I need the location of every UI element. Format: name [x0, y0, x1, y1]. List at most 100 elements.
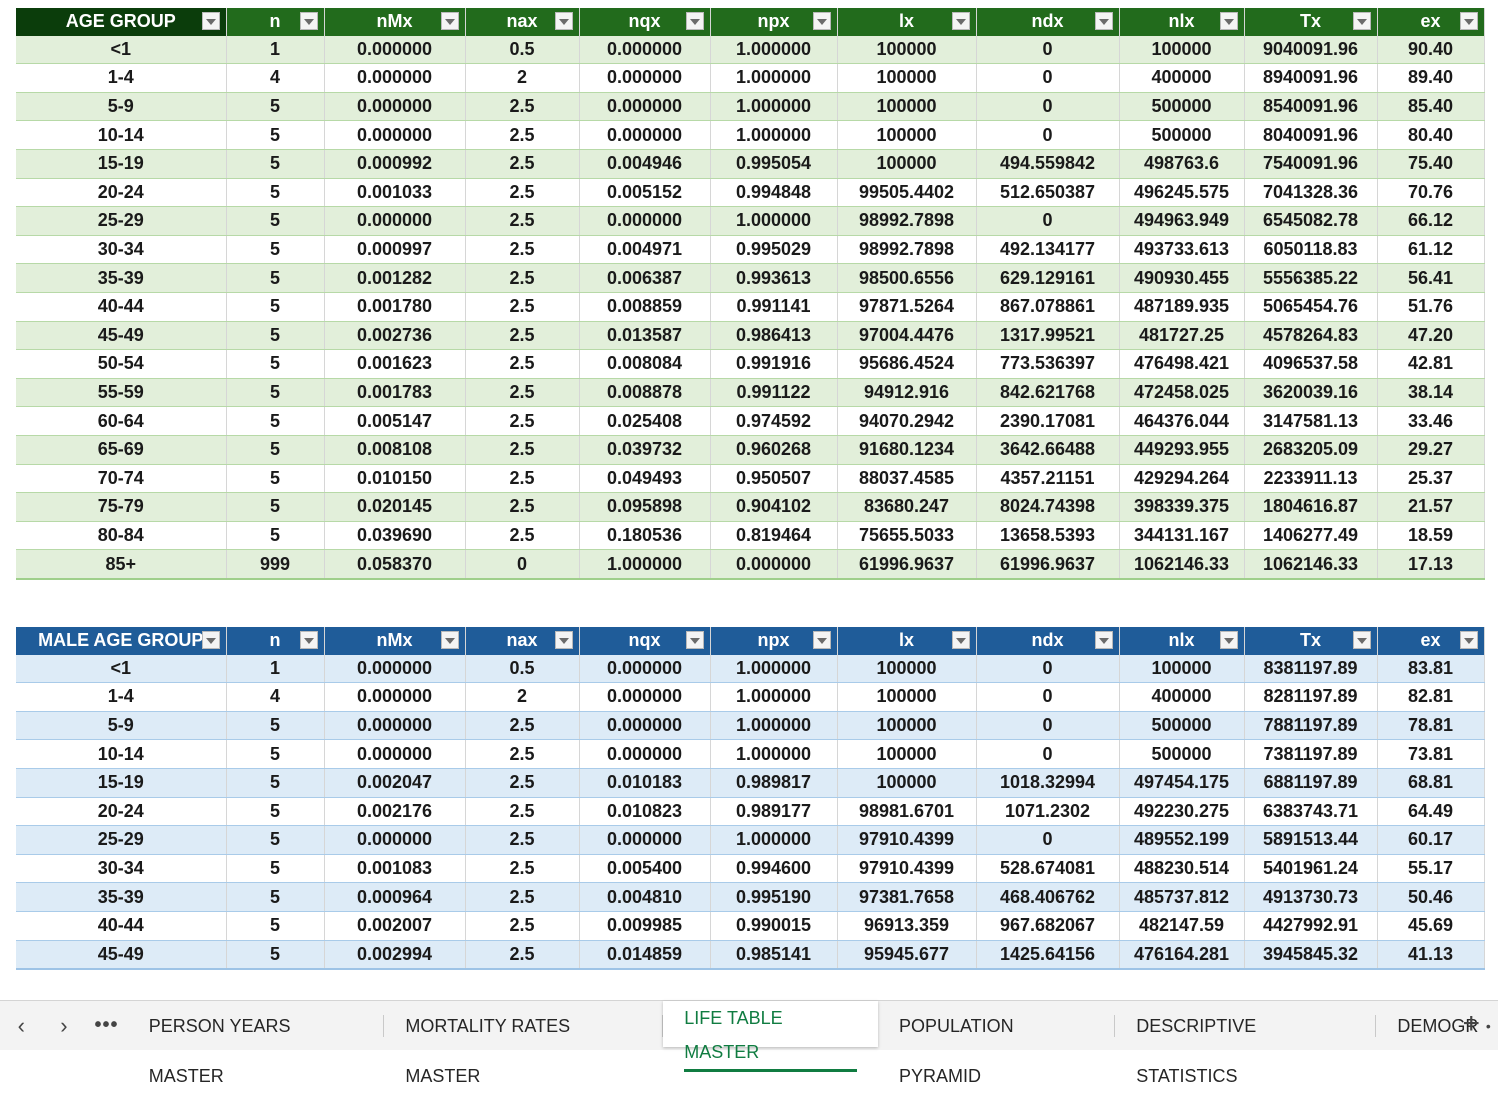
table-cell[interactable]: 5: [226, 149, 325, 179]
table-cell[interactable]: 5-9: [16, 711, 227, 741]
prev-sheet-icon[interactable]: ‹: [0, 1013, 43, 1039]
table-cell[interactable]: 0.960268: [710, 435, 838, 465]
table-cell[interactable]: 429294.264: [1119, 464, 1245, 494]
table-cell[interactable]: 468.406762: [976, 882, 1120, 912]
table-cell[interactable]: 94912.916: [837, 378, 977, 408]
table-cell[interactable]: 0.995190: [710, 882, 838, 912]
table-cell[interactable]: 0.000000: [324, 63, 466, 93]
table-cell[interactable]: 100000: [837, 120, 977, 150]
table-cell[interactable]: 5: [226, 120, 325, 150]
table-cell[interactable]: 512.650387: [976, 178, 1120, 208]
column-header[interactable]: nlx: [1119, 627, 1245, 655]
table-cell[interactable]: 80-84: [16, 521, 227, 551]
filter-dropdown-icon[interactable]: [201, 631, 220, 649]
table-cell[interactable]: 0.180536: [579, 521, 711, 551]
table-cell[interactable]: 0.001780: [324, 292, 466, 322]
table-cell[interactable]: 5: [226, 435, 325, 465]
column-header[interactable]: nqx: [579, 8, 711, 36]
table-cell[interactable]: 60.17: [1377, 825, 1485, 855]
table-cell[interactable]: 96913.359: [837, 911, 977, 941]
table-cell[interactable]: 0: [976, 206, 1120, 236]
table-cell[interactable]: 2.5: [465, 521, 580, 551]
table-cell[interactable]: 5: [226, 235, 325, 265]
table-cell[interactable]: 1.000000: [710, 35, 838, 65]
filter-dropdown-icon[interactable]: [299, 12, 318, 30]
filter-dropdown-icon[interactable]: [554, 631, 573, 649]
table-cell[interactable]: 75655.5033: [837, 521, 977, 551]
table-cell[interactable]: 0.010183: [579, 768, 711, 798]
table-cell[interactable]: 10-14: [16, 120, 227, 150]
table-cell[interactable]: 489552.199: [1119, 825, 1245, 855]
table-cell[interactable]: 0.989817: [710, 768, 838, 798]
table-cell[interactable]: 95686.4524: [837, 349, 977, 379]
table-cell[interactable]: 5401961.24: [1244, 854, 1378, 884]
table-cell[interactable]: 56.41: [1377, 263, 1485, 293]
table-cell[interactable]: 0.020145: [324, 492, 466, 522]
table-cell[interactable]: 2.5: [465, 235, 580, 265]
table-cell[interactable]: 5: [226, 854, 325, 884]
table-cell[interactable]: 0.000000: [579, 120, 711, 150]
filter-dropdown-icon[interactable]: [951, 12, 970, 30]
table-cell[interactable]: 40-44: [16, 911, 227, 941]
table-cell[interactable]: 8040091.96: [1244, 120, 1378, 150]
table-cell[interactable]: 500000: [1119, 92, 1245, 122]
filter-dropdown-icon[interactable]: [1219, 631, 1238, 649]
table-cell[interactable]: 5: [226, 321, 325, 351]
table-cell[interactable]: 485737.812: [1119, 882, 1245, 912]
tab-person-years-master[interactable]: PERSON YEARS MASTER: [128, 1001, 385, 1086]
column-header[interactable]: npx: [710, 627, 838, 655]
table-cell[interactable]: 773.536397: [976, 349, 1120, 379]
tab-mortality-rates-master[interactable]: MORTALITY RATES MASTER: [384, 1001, 664, 1086]
filter-dropdown-icon[interactable]: [554, 12, 573, 30]
table-cell[interactable]: 82.81: [1377, 682, 1485, 712]
tab-population-pyramid[interactable]: POPULATION PYRAMID: [878, 1001, 1116, 1086]
column-header[interactable]: npx: [710, 8, 838, 36]
table-cell[interactable]: 100000: [837, 35, 977, 65]
column-header[interactable]: nMx: [324, 8, 466, 36]
table-cell[interactable]: 1071.2302: [976, 797, 1120, 827]
table-cell[interactable]: 41.13: [1377, 940, 1485, 970]
table-cell[interactable]: 4: [226, 682, 325, 712]
table-cell[interactable]: 493733.613: [1119, 235, 1245, 265]
table-cell[interactable]: 0.000964: [324, 882, 466, 912]
table-cell[interactable]: 88037.4585: [837, 464, 977, 494]
table-cell[interactable]: 629.129161: [976, 263, 1120, 293]
filter-dropdown-icon[interactable]: [440, 631, 459, 649]
table-cell[interactable]: 5: [226, 768, 325, 798]
table-cell[interactable]: 1.000000: [710, 682, 838, 712]
table-cell[interactable]: 55-59: [16, 378, 227, 408]
table-cell[interactable]: 100000: [1119, 35, 1245, 65]
table-cell[interactable]: 0.000000: [579, 739, 711, 769]
table-cell[interactable]: 4357.21151: [976, 464, 1120, 494]
table-cell[interactable]: 0.014859: [579, 940, 711, 970]
table-cell[interactable]: 492.134177: [976, 235, 1120, 265]
table-cell[interactable]: 2.5: [465, 464, 580, 494]
table-cell[interactable]: 5: [226, 492, 325, 522]
table-cell[interactable]: 0.001282: [324, 263, 466, 293]
table-cell[interactable]: 97004.4476: [837, 321, 977, 351]
table-cell[interactable]: 5: [226, 797, 325, 827]
table-cell[interactable]: 35-39: [16, 882, 227, 912]
table-cell[interactable]: 20-24: [16, 797, 227, 827]
column-header[interactable]: nax: [465, 8, 580, 36]
table-cell[interactable]: 97381.7658: [837, 882, 977, 912]
table-cell[interactable]: 500000: [1119, 711, 1245, 741]
table-cell[interactable]: 472458.025: [1119, 378, 1245, 408]
table-cell[interactable]: 1.000000: [710, 92, 838, 122]
table-cell[interactable]: 5: [226, 711, 325, 741]
table-cell[interactable]: 83.81: [1377, 654, 1485, 684]
table-cell[interactable]: 492230.275: [1119, 797, 1245, 827]
table-cell[interactable]: 0.989177: [710, 797, 838, 827]
table-cell[interactable]: 0.008108: [324, 435, 466, 465]
table-cell[interactable]: 2.5: [465, 825, 580, 855]
filter-dropdown-icon[interactable]: [1352, 631, 1371, 649]
table-cell[interactable]: 20-24: [16, 178, 227, 208]
table-cell[interactable]: 1.000000: [710, 654, 838, 684]
table-cell[interactable]: 867.078861: [976, 292, 1120, 322]
table-cell[interactable]: 0.004810: [579, 882, 711, 912]
table-cell[interactable]: 528.674081: [976, 854, 1120, 884]
table-cell[interactable]: 2.5: [465, 149, 580, 179]
table-cell[interactable]: 0.000000: [579, 92, 711, 122]
table-cell[interactable]: 97910.4399: [837, 825, 977, 855]
table-cell[interactable]: 5: [226, 378, 325, 408]
